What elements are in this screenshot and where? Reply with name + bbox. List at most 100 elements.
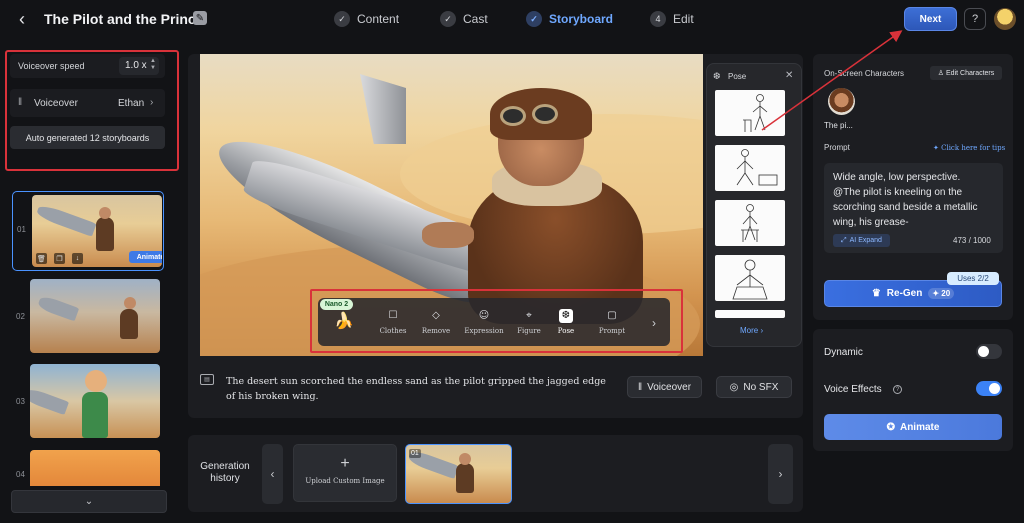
storyboard-thumbnail[interactable]	[30, 279, 160, 353]
step-content[interactable]: ✓ Content	[334, 10, 399, 28]
scene-caption[interactable]: The desert sun scorched the endless sand…	[226, 374, 606, 404]
history-prev-chevron-icon[interactable]: ‹	[262, 444, 283, 504]
tool-label: Expression	[464, 327, 504, 335]
storyboard-thumbnail[interactable]: 🗑 ❐ ↓ Animate	[32, 195, 162, 267]
download-icon[interactable]: ↓	[72, 253, 83, 264]
edit-title-icon[interactable]: ✎	[193, 11, 207, 25]
storyboard-number: 03	[16, 397, 25, 406]
pose-option[interactable]	[715, 145, 785, 191]
model-badge: Nano 2	[320, 299, 353, 310]
pose-icon: ❆	[713, 71, 721, 81]
sfx-button[interactable]: ◎ No SFX	[716, 376, 792, 398]
voiceover-selector[interactable]: ‖ Voiceover Ethan ›	[10, 89, 165, 117]
back-arrow-icon[interactable]: ‹	[12, 9, 32, 29]
tool-label: Figure	[517, 327, 541, 335]
storyboard-thumbnail[interactable]	[30, 364, 160, 438]
next-button[interactable]: Next	[904, 7, 957, 31]
step-label: Cast	[463, 12, 488, 26]
character-name: The pi...	[824, 121, 853, 130]
tool-remove[interactable]: ◇ Remove	[413, 309, 459, 335]
help-icon[interactable]: ?	[893, 385, 902, 394]
step-number: 4	[650, 11, 666, 27]
pose-option[interactable]	[715, 255, 785, 301]
waveform-icon: ‖	[637, 381, 643, 393]
step-label: Edit	[673, 12, 694, 26]
pose-option[interactable]	[715, 200, 785, 246]
tips-link[interactable]: ✦ Click here for tips	[933, 144, 1005, 152]
voiceover-speed-row: Voiceover speed 1.0 x ▲ ▼	[10, 54, 165, 78]
tool-expression[interactable]: ☺ Expression	[461, 309, 507, 335]
dynamic-label: Dynamic	[824, 347, 863, 358]
prompt-icon: ▢	[607, 310, 617, 321]
toggle-knob	[978, 346, 989, 357]
tool-prompt[interactable]: ▢ Prompt	[589, 309, 635, 335]
pose-option[interactable]	[715, 90, 785, 136]
step-storyboard[interactable]: ✓ Storyboard	[526, 10, 613, 28]
pose-icon: ❆	[559, 309, 573, 323]
voiceover-button[interactable]: ‖ Voiceover	[627, 376, 702, 398]
character-avatar[interactable]	[828, 88, 855, 115]
figure-frame-icon: ⌖	[526, 310, 532, 321]
prompt-text[interactable]: Wide angle, low perspective. @The pilot …	[833, 170, 988, 230]
storyboard-item-01[interactable]: 01 🗑 ❐ ↓ Animate	[12, 191, 164, 271]
ai-expand-button[interactable]: ⤢ AI Expand	[833, 234, 890, 247]
sparkle-icon: ✪	[886, 421, 895, 433]
animate-button[interactable]: ✪ Animate	[824, 414, 1002, 440]
auto-generated-storyboards-button[interactable]: Auto generated 12 storyboards	[10, 126, 165, 149]
storyboard-item-02[interactable]: 02	[12, 279, 164, 355]
sfx-icon: ◎	[729, 381, 739, 393]
ai-expand-label: AI Expand	[849, 237, 882, 244]
edit-characters-button[interactable]: ♙ Edit Characters	[930, 66, 1002, 80]
toggle-knob	[989, 383, 1000, 394]
storyboard-number: 04	[16, 470, 25, 479]
voice-effects-label: Voice Effects	[824, 384, 882, 395]
animate-chip-button[interactable]: Animate	[129, 251, 162, 263]
chevron-right-icon: ›	[150, 97, 154, 108]
help-icon[interactable]: ?	[964, 8, 986, 30]
close-icon[interactable]: ✕	[785, 70, 793, 81]
person-icon: ♙	[937, 70, 945, 77]
character-count: 473 / 1000	[953, 236, 991, 245]
pose-option[interactable]	[715, 310, 785, 318]
delete-icon[interactable]: 🗑	[36, 253, 47, 264]
step-cast[interactable]: ✓ Cast	[440, 10, 488, 28]
eraser-icon: ◇	[432, 310, 440, 321]
regen-label: Re-Gen	[886, 288, 923, 299]
project-title: The Pilot and the Prince	[44, 11, 204, 27]
tips-label: Click here for tips	[941, 144, 1006, 152]
step-label: Content	[357, 12, 400, 26]
pose-panel-title: Pose	[728, 72, 747, 81]
voiceover-speed-stepper[interactable]: 1.0 x ▲ ▼	[119, 57, 159, 75]
upload-label: Upload Custom Image	[305, 477, 385, 485]
toolbar-next-chevron-icon[interactable]: ›	[652, 316, 656, 330]
step-label: Storyboard	[549, 12, 614, 26]
storyboard-item-03[interactable]: 03	[12, 364, 164, 440]
step-check-icon: ✓	[440, 11, 456, 27]
storyboard-number: 01	[17, 225, 26, 234]
history-thumbnail[interactable]: 01	[405, 444, 512, 504]
stepper-arrows-icon[interactable]: ▲ ▼	[150, 58, 156, 72]
waveform-icon: ‖	[18, 97, 23, 108]
crown-icon: ♛	[871, 288, 881, 299]
storyboard-item-04[interactable]: 04	[12, 450, 164, 486]
step-edit[interactable]: 4 Edit	[650, 10, 694, 28]
prompt-label: Prompt	[824, 143, 850, 152]
voiceover-voice-name: Ethan	[118, 98, 145, 109]
upload-custom-image-button[interactable]: + Upload Custom Image	[293, 444, 397, 502]
credit-badge: ✦ 20	[928, 288, 955, 299]
voiceover-label: Voiceover	[34, 98, 78, 109]
scroll-down-chevron-icon[interactable]: ⌄	[11, 490, 167, 513]
history-next-chevron-icon[interactable]: ›	[768, 444, 793, 504]
tool-clothes[interactable]: ☐ Clothes	[370, 309, 416, 335]
voice-effects-toggle[interactable]	[976, 381, 1002, 396]
edit-characters-label: Edit Characters	[946, 69, 995, 77]
tool-label: Prompt	[598, 327, 626, 335]
copy-icon[interactable]: ❐	[54, 253, 65, 264]
tool-pose[interactable]: ❆ Pose	[543, 309, 589, 335]
user-avatar[interactable]	[994, 8, 1016, 30]
storyboard-thumbnail[interactable]	[30, 450, 160, 486]
banana-model-icon[interactable]: 🍌	[334, 311, 354, 331]
pose-more-link[interactable]: More ›	[740, 326, 763, 335]
expand-icon: ⤢	[841, 236, 847, 244]
dynamic-toggle[interactable]	[976, 344, 1002, 359]
